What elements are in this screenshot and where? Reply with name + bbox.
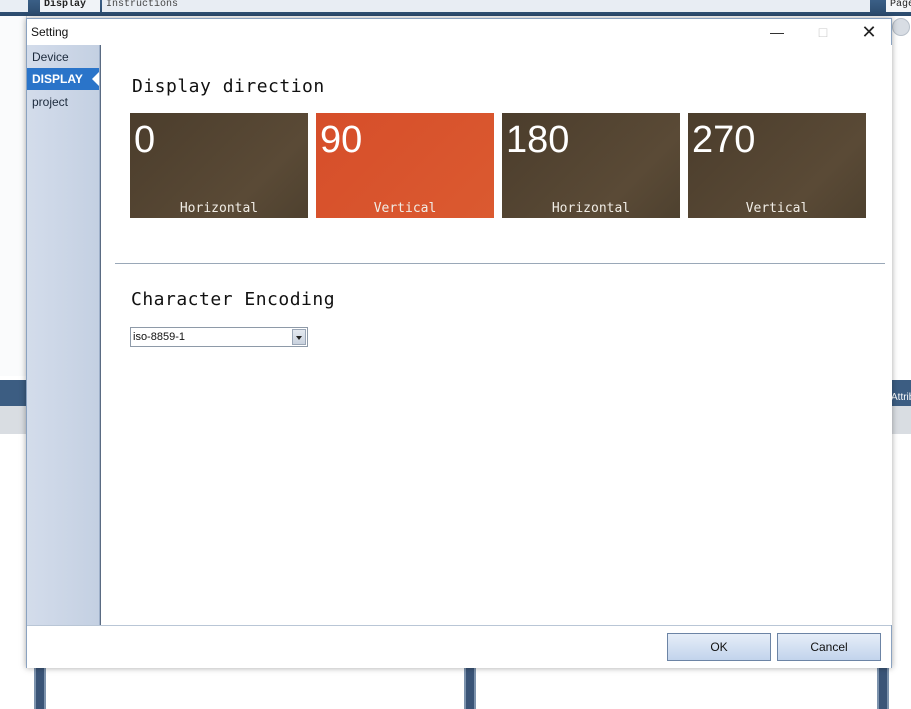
minimize-button[interactable]: —: [757, 19, 797, 45]
direction-value: 90: [320, 119, 363, 161]
direction-option-90[interactable]: 90 Vertical: [316, 113, 494, 218]
maximize-button[interactable]: □: [803, 19, 843, 45]
background-tab-left[interactable]: [0, 0, 28, 12]
background-settings-icon[interactable]: [892, 18, 910, 36]
cancel-button[interactable]: Cancel: [777, 633, 881, 661]
direction-value: 180: [506, 119, 570, 161]
ok-button[interactable]: OK: [667, 633, 771, 661]
background-divider-right: [877, 668, 889, 709]
section-divider: [115, 263, 885, 264]
encoding-selected-value: iso-8859-1: [133, 331, 185, 343]
background-divider-left: [34, 668, 46, 709]
direction-option-270[interactable]: 270 Vertical: [688, 113, 866, 218]
direction-option-180[interactable]: 180 Horizontal: [502, 113, 680, 218]
background-tab-page[interactable]: Page: [886, 0, 911, 12]
settings-sidebar: Device DISPLAY project: [27, 45, 100, 640]
sidebar-item-device[interactable]: Device: [27, 46, 99, 68]
background-strip-left: [0, 406, 26, 434]
character-encoding-title: Character Encoding: [131, 289, 336, 310]
direction-label: Horizontal: [179, 201, 259, 216]
background-attributes-label: Attrib: [891, 392, 911, 403]
dialog-footer: OK Cancel: [27, 625, 891, 668]
settings-content: Display direction 0 Horizontal 90 Vertic…: [100, 45, 892, 625]
setting-dialog: Setting — □ ✕ Device DISPLAY project Dis…: [26, 18, 892, 668]
direction-value: 270: [692, 119, 756, 161]
direction-value: 0: [134, 119, 156, 161]
background-strip-right: [891, 406, 911, 434]
background-tab-instructions[interactable]: Instructions: [102, 0, 870, 12]
direction-option-0[interactable]: 0 Horizontal: [130, 113, 308, 218]
background-tab-display[interactable]: Display: [40, 0, 100, 12]
display-direction-title: Display direction: [132, 76, 325, 97]
dialog-title: Setting: [31, 25, 69, 39]
close-button[interactable]: ✕: [849, 19, 889, 45]
encoding-select[interactable]: iso-8859-1: [130, 327, 308, 347]
sidebar-item-display[interactable]: DISPLAY: [27, 68, 99, 90]
direction-label: Vertical: [373, 201, 437, 216]
direction-label: Horizontal: [551, 201, 631, 216]
background-divider-middle: [464, 668, 476, 709]
direction-label: Vertical: [745, 201, 809, 216]
dropdown-arrow-icon[interactable]: [292, 329, 306, 345]
dialog-titlebar[interactable]: Setting — □ ✕: [27, 19, 891, 45]
background-left-panel: [0, 16, 27, 376]
sidebar-item-project[interactable]: project: [27, 91, 99, 113]
background-panel-header-left: [0, 380, 26, 406]
